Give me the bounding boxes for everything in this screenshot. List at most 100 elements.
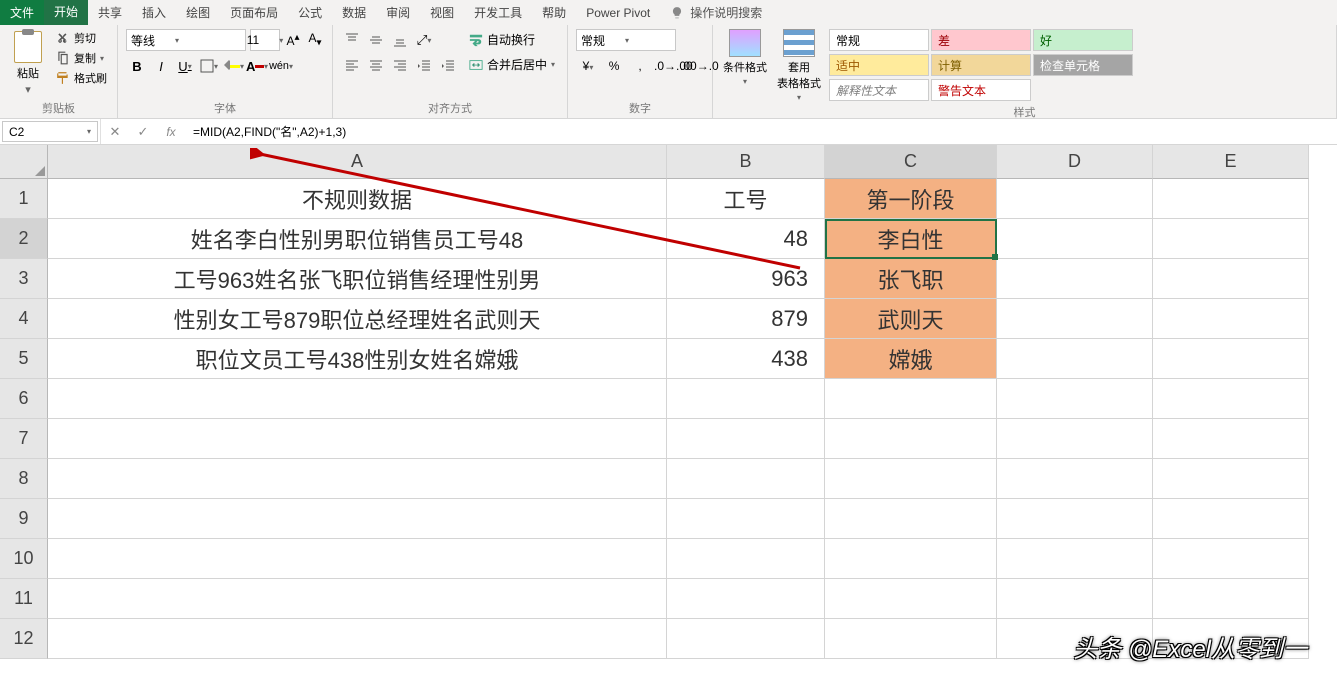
cell-E10[interactable] [1153, 539, 1309, 579]
cell-A11[interactable] [48, 579, 667, 619]
phonetic-button[interactable]: wén▾ [270, 55, 292, 77]
menu-tab-file[interactable]: 文件 [0, 0, 44, 25]
style-bad[interactable]: 差 [931, 29, 1031, 51]
cell-D7[interactable] [997, 419, 1153, 459]
menu-tab-powerpivot[interactable]: Power Pivot [576, 0, 660, 25]
cell-C12[interactable] [825, 619, 997, 659]
font-name-select[interactable]: 等线▾ [126, 29, 246, 51]
cell-E9[interactable] [1153, 499, 1309, 539]
row-header-6[interactable]: 6 [0, 379, 48, 419]
cell-B12[interactable] [667, 619, 825, 659]
style-warning-text[interactable]: 警告文本 [931, 79, 1031, 101]
cell-E8[interactable] [1153, 459, 1309, 499]
cell-B4[interactable]: 879 [667, 299, 825, 339]
insert-function-button[interactable]: fx [157, 119, 185, 144]
increase-font-button[interactable]: A▴ [284, 29, 302, 51]
cell-A3[interactable]: 工号963姓名张飞职位销售经理性别男 [48, 259, 667, 299]
cell-C7[interactable] [825, 419, 997, 459]
menu-tab-help[interactable]: 帮助 [532, 0, 576, 25]
format-painter-button[interactable]: 格式刷 [54, 69, 109, 87]
cell-E5[interactable] [1153, 339, 1309, 379]
row-header-3[interactable]: 3 [0, 259, 48, 299]
border-button[interactable]: ▾ [198, 55, 220, 77]
cell-A4[interactable]: 性别女工号879职位总经理姓名武则天 [48, 299, 667, 339]
cell-A10[interactable] [48, 539, 667, 579]
cell-B8[interactable] [667, 459, 825, 499]
row-header-4[interactable]: 4 [0, 299, 48, 339]
format-as-table-button[interactable]: 套用 表格格式▾ [775, 29, 823, 102]
cell-A2[interactable]: 姓名李白性别男职位销售员工号48 [48, 219, 667, 259]
underline-button[interactable]: U▾ [174, 55, 196, 77]
align-right-button[interactable] [389, 55, 411, 77]
name-box[interactable]: C2▾ [2, 121, 98, 142]
menu-tab-formulas[interactable]: 公式 [288, 0, 332, 25]
cell-A1[interactable]: 不规则数据 [48, 179, 667, 219]
cell-C9[interactable] [825, 499, 997, 539]
style-good[interactable]: 好 [1033, 29, 1133, 51]
align-top-button[interactable] [341, 29, 363, 51]
menu-tab-review[interactable]: 审阅 [376, 0, 420, 25]
style-neutral[interactable]: 适中 [829, 54, 929, 76]
cell-D9[interactable] [997, 499, 1153, 539]
cut-button[interactable]: 剪切 [54, 29, 109, 47]
copy-button[interactable]: 复制▾ [54, 49, 109, 67]
col-header-C[interactable]: C [825, 145, 997, 179]
cell-C5[interactable]: 嫦娥 [825, 339, 997, 379]
cell-B2[interactable]: 48 [667, 219, 825, 259]
cell-A5[interactable]: 职位文员工号438性别女姓名嫦娥 [48, 339, 667, 379]
menu-tab-home[interactable]: 开始 [44, 0, 88, 25]
cell-D4[interactable] [997, 299, 1153, 339]
align-left-button[interactable] [341, 55, 363, 77]
cell-A7[interactable] [48, 419, 667, 459]
row-header-5[interactable]: 5 [0, 339, 48, 379]
merge-center-button[interactable]: 合并后居中▾ [465, 54, 559, 75]
cell-B10[interactable] [667, 539, 825, 579]
currency-button[interactable]: ¥▾ [576, 55, 600, 77]
cell-D1[interactable] [997, 179, 1153, 219]
cell-E6[interactable] [1153, 379, 1309, 419]
cell-B7[interactable] [667, 419, 825, 459]
align-middle-button[interactable] [365, 29, 387, 51]
cell-D3[interactable] [997, 259, 1153, 299]
cell-C10[interactable] [825, 539, 997, 579]
row-header-7[interactable]: 7 [0, 419, 48, 459]
cell-B5[interactable]: 438 [667, 339, 825, 379]
col-header-D[interactable]: D [997, 145, 1153, 179]
cell-B9[interactable] [667, 499, 825, 539]
increase-decimal-button[interactable]: .0→.00 [654, 55, 678, 77]
style-normal[interactable]: 常规 [829, 29, 929, 51]
cell-C11[interactable] [825, 579, 997, 619]
menu-tab-devtools[interactable]: 开发工具 [464, 0, 532, 25]
cell-A12[interactable] [48, 619, 667, 659]
fill-color-button[interactable]: ▾ [222, 55, 244, 77]
style-explanatory[interactable]: 解释性文本 [829, 79, 929, 101]
tell-me-search[interactable]: 操作说明搜索 [660, 0, 772, 25]
cell-C1[interactable]: 第一阶段 [825, 179, 997, 219]
comma-button[interactable]: , [628, 55, 652, 77]
cell-C3[interactable]: 张飞职 [825, 259, 997, 299]
italic-button[interactable]: I [150, 55, 172, 77]
cell-B6[interactable] [667, 379, 825, 419]
number-format-select[interactable]: 常规▾ [576, 29, 676, 51]
menu-tab-insert[interactable]: 插入 [132, 0, 176, 25]
select-all-corner[interactable] [0, 145, 48, 179]
row-header-11[interactable]: 11 [0, 579, 48, 619]
row-header-8[interactable]: 8 [0, 459, 48, 499]
cell-B1[interactable]: 工号 [667, 179, 825, 219]
cell-D2[interactable] [997, 219, 1153, 259]
cell-A8[interactable] [48, 459, 667, 499]
style-check-cell[interactable]: 检查单元格 [1033, 54, 1133, 76]
cell-A6[interactable] [48, 379, 667, 419]
cell-E3[interactable] [1153, 259, 1309, 299]
menu-tab-draw[interactable]: 绘图 [176, 0, 220, 25]
menu-tab-view[interactable]: 视图 [420, 0, 464, 25]
orientation-button[interactable]: ⤢▾ [413, 29, 435, 51]
cell-E4[interactable] [1153, 299, 1309, 339]
enter-formula-button[interactable]: ✓ [129, 119, 157, 144]
decrease-indent-button[interactable] [413, 55, 435, 77]
font-size-select[interactable]: 11▾ [250, 29, 280, 51]
increase-indent-button[interactable] [437, 55, 459, 77]
cell-D10[interactable] [997, 539, 1153, 579]
cancel-formula-button[interactable]: ✕ [101, 119, 129, 144]
cell-E1[interactable] [1153, 179, 1309, 219]
